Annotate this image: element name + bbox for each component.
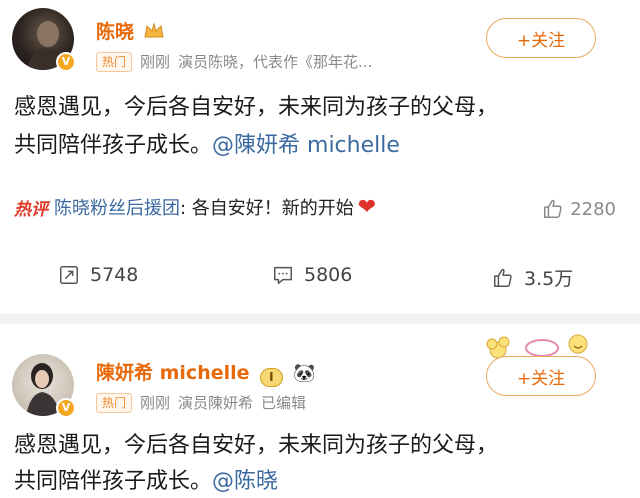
post-divider <box>0 314 640 324</box>
post-text-body: 共同陪伴孩子成长。 <box>14 469 213 494</box>
hot-comment-like-count: 2280 <box>570 198 616 220</box>
member-level-badge: I <box>260 368 283 387</box>
weibo-post-chenxiao: V 陈晓 热门 刚刚 演员陈晓，代表作《那年花... +关注 感恩遇见，今后各自… <box>0 0 640 314</box>
post-meta: 热门 刚刚 演员陈晓，代表作《那年花... <box>96 51 372 72</box>
hot-comment-author[interactable]: 陈晓粉丝后援团 <box>54 194 180 220</box>
hot-comment-like[interactable]: 2280 <box>542 198 616 220</box>
author-name[interactable]: 陈晓 <box>96 17 165 44</box>
panda-icon: 🐼 <box>293 363 316 384</box>
post-text-body: 共同陪伴孩子成长。 <box>14 133 213 158</box>
comment-count: 5806 <box>304 264 353 286</box>
verified-v-icon: V <box>56 398 76 418</box>
hot-comment-text: : 各自安好！新的开始 <box>180 198 354 219</box>
like-count: 3.5万 <box>524 268 574 290</box>
repost-count: 5748 <box>90 264 139 286</box>
post-source: 演员陈晓，代表作《那年花... <box>178 53 373 71</box>
mention-link[interactable]: @陈晓 <box>212 469 278 494</box>
repost-button[interactable]: 5748 <box>58 264 138 286</box>
post-time: 刚刚 <box>140 394 171 412</box>
post-meta: 热门 刚刚 演员陳妍希 已编辑 <box>96 392 306 413</box>
post-text-line1: 感恩遇见，今后各自安好，未来同为孩子的父母， <box>14 95 499 120</box>
comment-icon <box>274 266 292 284</box>
action-bar: 5748 5806 3.5万 <box>0 264 640 298</box>
follow-button[interactable]: +关注 <box>486 356 596 396</box>
verified-v-icon: V <box>56 52 76 72</box>
like-button[interactable]: 3.5万 <box>492 264 573 291</box>
post-source: 演员陳妍希 <box>178 394 254 412</box>
hot-comment-label: 热评 <box>14 199 48 220</box>
post-text-line2: 共同陪伴孩子成长。@陳妍希 michelle <box>14 128 400 164</box>
repost-icon <box>60 266 78 284</box>
comment-button[interactable]: 5806 <box>272 264 352 286</box>
post-text-line2: 共同陪伴孩子成长。@陈晓 <box>14 464 278 498</box>
hot-tag: 热门 <box>96 392 133 413</box>
thumbs-up-icon <box>494 268 512 287</box>
heart-icon: ❤ <box>357 194 377 220</box>
follow-button[interactable]: +关注 <box>486 18 596 58</box>
hot-comment[interactable]: 热评 陈晓粉丝后援团 : 各自安好！新的开始 ❤ <box>14 194 376 220</box>
author-name[interactable]: 陳妍希 michelle I 🐼 <box>96 358 316 387</box>
edited-label: 已编辑 <box>261 394 307 412</box>
crown-badge-icon <box>144 22 164 38</box>
weibo-post-michelle: V 陳妍希 michelle I 🐼 热门 刚刚 演员陳妍希 已编辑 +关注 感… <box>0 324 640 498</box>
post-text-line1: 感恩遇见，今后各自安好，未来同为孩子的父母， <box>14 433 499 458</box>
thumbs-up-icon <box>544 199 562 218</box>
mention-link[interactable]: @陳妍希 michelle <box>212 133 400 158</box>
hot-tag: 热门 <box>96 51 133 72</box>
post-time: 刚刚 <box>140 53 171 71</box>
